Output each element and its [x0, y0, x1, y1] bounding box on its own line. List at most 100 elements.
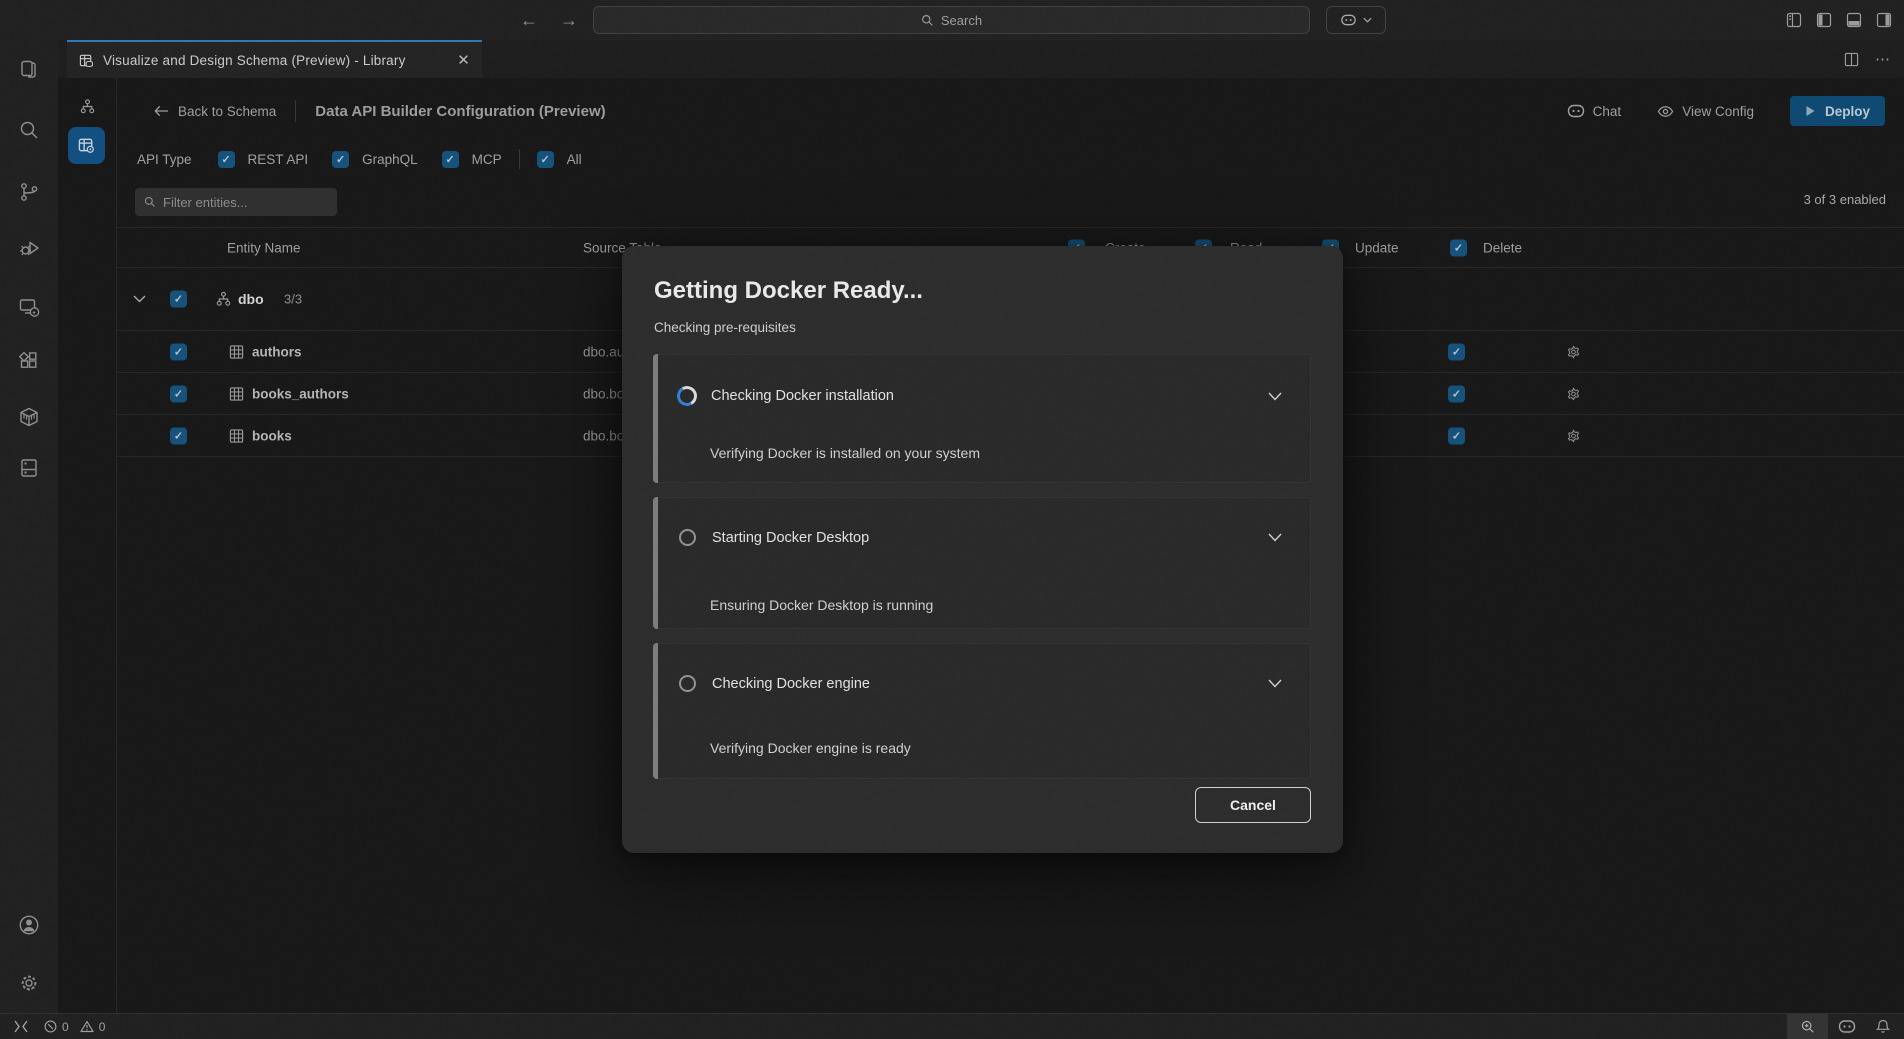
col-update: Update — [1355, 240, 1399, 255]
search-sidebar-icon[interactable] — [0, 118, 58, 142]
row-settings-gear-icon[interactable] — [1565, 343, 1582, 360]
col-delete-checkbox[interactable]: ✓ — [1450, 239, 1467, 256]
dab-config-icon-active[interactable] — [68, 127, 105, 164]
error-count: 0 — [62, 1020, 69, 1034]
spinner-icon — [675, 384, 699, 408]
rest-api-checkbox[interactable]: ✓ — [218, 151, 235, 168]
search-icon — [921, 14, 934, 27]
deploy-button[interactable]: Deploy — [1790, 96, 1885, 126]
filter-all[interactable]: ✓All — [537, 151, 582, 168]
docker-ready-dialog: Getting Docker Ready... Checking pre-req… — [622, 246, 1343, 853]
filter-entities-input[interactable]: Filter entities... — [135, 188, 337, 216]
source-control-icon[interactable] — [0, 180, 58, 204]
toggle-sidebar-left-icon[interactable] — [1816, 12, 1832, 28]
table-grid-icon — [229, 344, 244, 359]
step-accent-bar — [653, 497, 658, 629]
account-icon[interactable] — [0, 913, 58, 937]
toggle-sidebar-right-icon[interactable] — [1876, 12, 1892, 28]
graphql-checkbox[interactable]: ✓ — [332, 151, 349, 168]
run-debug-icon[interactable] — [0, 236, 58, 260]
extensions-icon[interactable] — [0, 349, 58, 373]
schema-designer-tab-icon — [79, 53, 94, 68]
schema-visualize-icon[interactable] — [79, 98, 96, 115]
api-type-filters: API Type ✓REST API ✓GraphQL ✓MCP ✓All — [137, 144, 582, 174]
search-input[interactable]: Search — [593, 6, 1310, 34]
cancel-button[interactable]: Cancel — [1195, 787, 1311, 823]
toggle-panel-icon[interactable] — [1846, 12, 1862, 28]
tab-close-icon[interactable]: ✕ — [457, 51, 470, 69]
step-description: Ensuring Docker Desktop is running — [710, 597, 933, 613]
eye-icon — [1657, 105, 1674, 118]
remote-explorer-icon[interactable] — [0, 295, 58, 319]
settings-gear-icon[interactable] — [0, 971, 58, 995]
notifications-bell-icon[interactable] — [1876, 1019, 1890, 1034]
more-actions-icon[interactable]: ⋯ — [1875, 50, 1890, 68]
step-docker-engine: Checking Docker engine Verifying Docker … — [653, 643, 1311, 779]
enabled-count: 3 of 3 enabled — [1804, 192, 1886, 207]
delete-checkbox[interactable]: ✓ — [1448, 385, 1465, 402]
chat-button[interactable]: Chat — [1567, 104, 1622, 119]
copilot-chat-icon — [1567, 104, 1585, 118]
all-checkbox[interactable]: ✓ — [537, 151, 554, 168]
back-arrow-icon[interactable]: ← — [520, 10, 538, 31]
dialog-subtitle: Checking pre-requisites — [654, 320, 796, 335]
api-type-label: API Type — [137, 152, 192, 167]
filter-rest-api[interactable]: ✓REST API — [218, 151, 309, 168]
nav-history: ← → — [520, 0, 578, 40]
activity-bar — [0, 40, 58, 1013]
remote-indicator-icon[interactable] — [14, 1020, 28, 1033]
status-bar: 0 0 — [0, 1013, 1904, 1039]
forward-arrow-icon[interactable]: → — [560, 10, 578, 31]
problems-indicator[interactable]: 0 0 — [44, 1020, 105, 1034]
step-docker-installation: Checking Docker installation Verifying D… — [653, 354, 1311, 483]
copilot-status-icon[interactable] — [1838, 1019, 1856, 1034]
chevron-down-icon[interactable] — [1268, 533, 1282, 542]
dbo-checkbox[interactable]: ✓ — [170, 291, 187, 308]
delete-checkbox[interactable]: ✓ — [1448, 343, 1465, 360]
step-title: Checking Docker installation — [711, 388, 894, 404]
copilot-menu-button[interactable] — [1326, 6, 1386, 34]
expand-chevron-icon[interactable] — [133, 295, 146, 303]
filter-placeholder: Filter entities... — [163, 195, 248, 210]
back-to-schema-link[interactable]: Back to Schema — [154, 104, 276, 119]
filter-divider — [519, 149, 520, 169]
tab-title: Visualize and Design Schema (Preview) - … — [103, 53, 406, 68]
step-title: Starting Docker Desktop — [712, 530, 869, 546]
entity-name: authors — [252, 344, 302, 359]
filter-graphql[interactable]: ✓GraphQL — [332, 151, 418, 168]
filter-search-icon — [144, 196, 156, 208]
step-accent-bar — [653, 354, 658, 483]
row-settings-gear-icon[interactable] — [1565, 385, 1582, 402]
row-settings-gear-icon[interactable] — [1565, 427, 1582, 444]
col-delete: Delete — [1483, 240, 1522, 255]
entity-name: books_authors — [252, 386, 349, 401]
designer-toolbar — [58, 78, 117, 1013]
chevron-down-icon[interactable] — [1268, 679, 1282, 688]
customize-layout-icon[interactable] — [1786, 12, 1802, 28]
table-grid-icon — [229, 428, 244, 443]
explorer-icon[interactable] — [0, 58, 58, 82]
database-icon[interactable] — [0, 456, 58, 480]
pending-circle-icon — [679, 675, 696, 692]
arrow-left-icon — [154, 105, 169, 117]
step-accent-bar — [653, 643, 658, 779]
filter-mcp[interactable]: ✓MCP — [442, 151, 502, 168]
split-editor-icon[interactable] — [1844, 52, 1859, 67]
step-description: Verifying Docker is installed on your sy… — [710, 445, 980, 461]
chevron-down-icon[interactable] — [1268, 392, 1282, 401]
titlebar: ← → Search — [0, 0, 1904, 40]
tab-visualize-schema[interactable]: Visualize and Design Schema (Preview) - … — [67, 40, 482, 78]
mcp-checkbox[interactable]: ✓ — [442, 151, 459, 168]
zoom-indicator[interactable] — [1787, 1014, 1828, 1039]
schema-icon — [215, 291, 232, 308]
row-checkbox[interactable]: ✓ — [170, 343, 187, 360]
header-divider — [295, 100, 296, 122]
row-checkbox[interactable]: ✓ — [170, 427, 187, 444]
step-description: Verifying Docker engine is ready — [710, 740, 911, 756]
delete-checkbox[interactable]: ✓ — [1448, 427, 1465, 444]
containers-icon[interactable] — [0, 405, 58, 429]
row-checkbox[interactable]: ✓ — [170, 385, 187, 402]
editor-actions: ⋯ — [1844, 40, 1890, 78]
view-config-button[interactable]: View Config — [1657, 104, 1754, 119]
chevron-down-icon — [1363, 17, 1372, 23]
